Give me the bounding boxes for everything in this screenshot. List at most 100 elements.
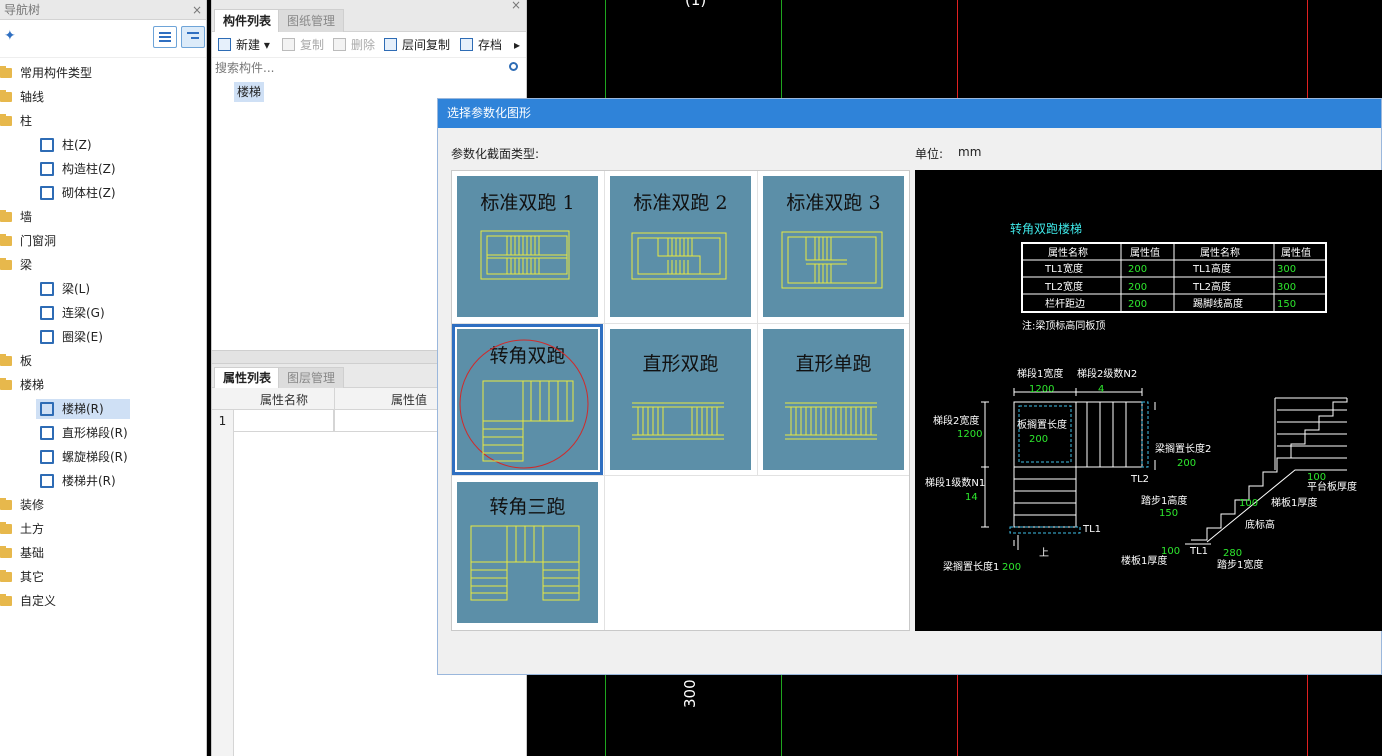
tree-item[interactable]: 构造柱(Z) xyxy=(0,159,116,179)
tree-folder[interactable]: 墙 xyxy=(0,207,32,227)
tree-folder[interactable]: 其它 xyxy=(0,567,44,587)
tree-label: 连梁(G) xyxy=(62,306,105,320)
save-button[interactable]: 存档 xyxy=(460,37,502,53)
parametric-dialog: 选择参数化图形 参数化截面类型: 单位: mm 标准双跑 1 标准双跑 2 标准… xyxy=(437,98,1382,675)
tree-item[interactable]: 柱(Z) xyxy=(0,135,92,155)
component-item-stair[interactable]: 楼梯 xyxy=(234,82,265,102)
dim-value: 1200 xyxy=(957,429,982,440)
new-button[interactable]: 新建 ▾ xyxy=(218,37,270,53)
floor-copy-icon xyxy=(384,38,397,51)
prop-name-cell[interactable] xyxy=(234,410,334,432)
tree-folder[interactable]: 装修 xyxy=(0,495,44,515)
search-input[interactable] xyxy=(212,58,526,78)
nav-close-icon[interactable]: × xyxy=(192,0,202,20)
component-close-icon[interactable]: × xyxy=(511,0,521,12)
table-header: 属性值 xyxy=(1130,246,1160,259)
tree-line-icon xyxy=(187,32,199,34)
folder-icon xyxy=(0,594,12,606)
tab-component-list[interactable]: 构件列表 xyxy=(214,9,281,32)
tree-folder[interactable]: 板 xyxy=(0,351,32,371)
list-line-icon xyxy=(159,36,171,38)
tree-item[interactable]: 螺旋梯段(R) xyxy=(0,447,128,467)
stair-icon xyxy=(40,402,54,416)
tile-standard-double-2[interactable]: 标准双跑 2 xyxy=(610,176,751,317)
tree-item[interactable]: 楼梯(R) xyxy=(36,399,130,419)
tree-item[interactable]: 楼梯井(R) xyxy=(0,471,116,491)
section-type-label: 参数化截面类型: xyxy=(451,147,540,161)
copy-button[interactable]: 复制 xyxy=(282,37,324,53)
tree-folder[interactable]: 楼梯 xyxy=(0,375,44,395)
tree-folder[interactable]: 轴线 xyxy=(0,87,44,107)
tree-label: 基础 xyxy=(20,546,45,560)
tree-folder[interactable]: 梁 xyxy=(0,255,32,275)
new-icon xyxy=(218,38,231,51)
search-icon[interactable] xyxy=(509,62,518,71)
dim-label: 梯段1宽度 xyxy=(1017,367,1063,380)
list-view-button[interactable] xyxy=(153,26,177,48)
tree-label: 楼梯(R) xyxy=(62,402,104,416)
dim-value: 200 xyxy=(1002,562,1021,573)
delete-button[interactable]: 删除 xyxy=(333,37,375,53)
tile-standard-double-3[interactable]: 标准双跑 3 xyxy=(763,176,904,317)
tree-view-button[interactable] xyxy=(181,26,205,48)
tile-standard-double-1[interactable]: 标准双跑 1 xyxy=(457,176,598,317)
tab-drawing-manage[interactable]: 图纸管理 xyxy=(278,9,345,32)
dim-label: 梯段1级数N1 xyxy=(925,476,985,489)
preview-title: 转角双跑楼梯 xyxy=(1010,221,1082,236)
floor-copy-button[interactable]: 层间复制 xyxy=(384,37,450,53)
tree-folder[interactable]: 基础 xyxy=(0,543,44,563)
table-cell: TL2宽度 xyxy=(1044,280,1083,293)
dim-label: TL1 xyxy=(1082,524,1101,535)
folder-icon xyxy=(0,522,12,534)
more-tools-button[interactable]: ▸ xyxy=(514,37,520,53)
tab-property-list[interactable]: 属性列表 xyxy=(214,367,281,388)
tile-corner-triple[interactable]: 转角三跑 xyxy=(457,482,598,623)
tree-label: 板 xyxy=(20,354,33,368)
tree-folder[interactable]: 常用构件类型 xyxy=(0,63,92,83)
tile-straight-double[interactable]: 直形双跑 xyxy=(610,329,751,470)
tab-layer-manage[interactable]: 图层管理 xyxy=(278,367,345,388)
preview-drawing: 转角双跑楼梯 属性名称 属性值 属性名称 属性值 TL1宽度 200 TL1高度… xyxy=(925,221,1357,573)
delete-label: 删除 xyxy=(351,38,376,52)
tree-item[interactable]: 梁(L) xyxy=(0,279,90,299)
tree-item[interactable]: 直形梯段(R) xyxy=(0,423,128,443)
tree-label: 门窗洞 xyxy=(20,234,57,248)
dim-value: 4 xyxy=(1098,384,1104,395)
component-toolbar: 新建 ▾ 复制 删除 层间复制 存档 ▸ xyxy=(212,32,526,58)
tree-label: 柱(Z) xyxy=(62,138,92,152)
tree-item[interactable]: 连梁(G) xyxy=(0,303,105,323)
component-tabs: 构件列表 图纸管理 × xyxy=(212,0,526,32)
tree-folder[interactable]: 自定义 xyxy=(0,591,56,611)
dim-label: 梁搁置长度1 xyxy=(943,560,999,573)
stair-plan-icon xyxy=(632,402,724,440)
tree-item[interactable]: 砌体柱(Z) xyxy=(0,183,116,203)
copy-label: 复制 xyxy=(300,38,325,52)
table-header: 属性名称 xyxy=(1048,246,1088,259)
add-sparkle-icon[interactable]: ✦ xyxy=(4,28,16,44)
table-cell: 150 xyxy=(1277,299,1296,310)
tile-corner-double[interactable]: 转角双跑 xyxy=(452,324,603,475)
table-cell: TL1高度 xyxy=(1192,262,1231,275)
folder-icon xyxy=(0,498,12,510)
dim-label: 踏步1高度 xyxy=(1141,494,1187,507)
tile-straight-single[interactable]: 直形单跑 xyxy=(763,329,904,470)
delete-icon xyxy=(333,38,346,51)
tree-folder[interactable]: 门窗洞 xyxy=(0,231,56,251)
tree-label: 轴线 xyxy=(20,90,45,104)
axis-label: (1) xyxy=(685,0,707,9)
tree-folder[interactable]: 土方 xyxy=(0,519,44,539)
dialog-title: 选择参数化图形 xyxy=(438,99,1381,128)
folder-icon xyxy=(0,570,12,582)
list-line-icon xyxy=(159,32,171,34)
component-search xyxy=(212,58,526,78)
gallery-divider xyxy=(452,323,909,324)
table-cell: 300 xyxy=(1277,282,1296,293)
tree-item[interactable]: 圈梁(E) xyxy=(0,327,103,347)
tree-folder[interactable]: 柱 xyxy=(0,111,32,131)
tree-label: 构造柱(Z) xyxy=(62,162,116,176)
table-cell: 200 xyxy=(1128,299,1147,310)
tree-label: 楼梯井(R) xyxy=(62,474,116,488)
row-header-column xyxy=(212,432,234,756)
folder-icon xyxy=(0,66,12,78)
dim-label: 梁搁置长度2 xyxy=(1155,442,1211,455)
